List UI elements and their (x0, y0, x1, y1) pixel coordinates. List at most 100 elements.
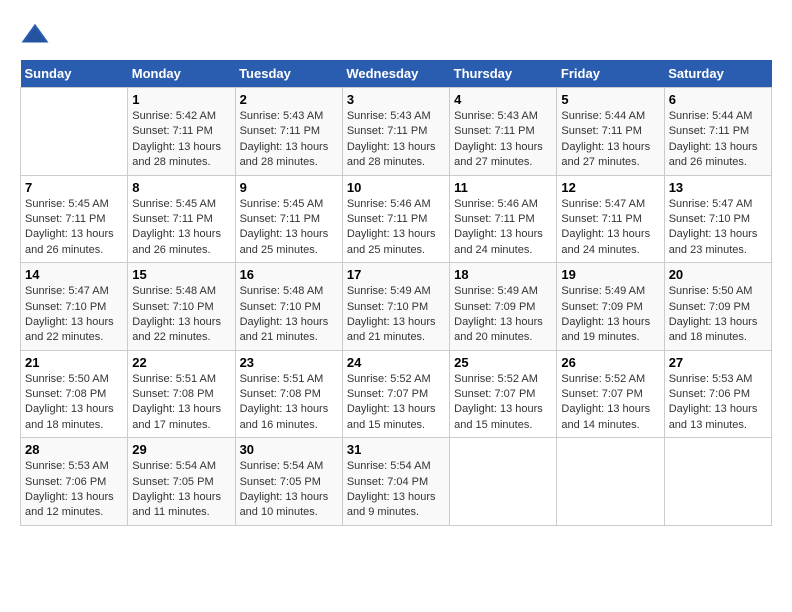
sunrise-info: Sunrise: 5:47 AM (669, 198, 753, 210)
sunset-info: Sunset: 7:11 PM (561, 213, 642, 225)
daylight-info: Daylight: 13 hours and 25 minutes. (347, 228, 436, 255)
day-number: 5 (561, 92, 659, 107)
sunrise-info: Sunrise: 5:45 AM (132, 198, 216, 210)
weekday-header: Monday (128, 60, 235, 88)
sunset-info: Sunset: 7:11 PM (347, 125, 428, 137)
sunrise-info: Sunrise: 5:49 AM (454, 285, 538, 297)
day-number: 14 (25, 267, 123, 282)
day-number: 7 (25, 180, 123, 195)
sunset-info: Sunset: 7:06 PM (669, 388, 750, 400)
sunrise-info: Sunrise: 5:53 AM (25, 460, 109, 472)
daylight-info: Daylight: 13 hours and 28 minutes. (347, 141, 436, 168)
calendar-cell: 14 Sunrise: 5:47 AM Sunset: 7:10 PM Dayl… (21, 263, 128, 351)
daylight-info: Daylight: 13 hours and 22 minutes. (25, 316, 114, 343)
daylight-info: Daylight: 13 hours and 26 minutes. (132, 228, 221, 255)
sunset-info: Sunset: 7:09 PM (561, 301, 642, 313)
calendar-cell: 22 Sunrise: 5:51 AM Sunset: 7:08 PM Dayl… (128, 350, 235, 438)
day-number: 31 (347, 442, 445, 457)
sunrise-info: Sunrise: 5:47 AM (25, 285, 109, 297)
sunrise-info: Sunrise: 5:53 AM (669, 373, 753, 385)
day-number: 15 (132, 267, 230, 282)
day-number: 19 (561, 267, 659, 282)
daylight-info: Daylight: 13 hours and 26 minutes. (25, 228, 114, 255)
sunrise-info: Sunrise: 5:54 AM (132, 460, 216, 472)
daylight-info: Daylight: 13 hours and 28 minutes. (240, 141, 329, 168)
calendar-cell: 5 Sunrise: 5:44 AM Sunset: 7:11 PM Dayli… (557, 88, 664, 176)
weekday-header: Saturday (664, 60, 771, 88)
day-number: 2 (240, 92, 338, 107)
calendar-cell (664, 438, 771, 526)
day-number: 8 (132, 180, 230, 195)
sunset-info: Sunset: 7:11 PM (132, 213, 213, 225)
calendar-cell: 21 Sunrise: 5:50 AM Sunset: 7:08 PM Dayl… (21, 350, 128, 438)
sunrise-info: Sunrise: 5:43 AM (240, 110, 324, 122)
calendar-cell (557, 438, 664, 526)
sunrise-info: Sunrise: 5:45 AM (25, 198, 109, 210)
calendar-cell: 4 Sunrise: 5:43 AM Sunset: 7:11 PM Dayli… (450, 88, 557, 176)
calendar-cell: 27 Sunrise: 5:53 AM Sunset: 7:06 PM Dayl… (664, 350, 771, 438)
sunset-info: Sunset: 7:09 PM (669, 301, 750, 313)
sunset-info: Sunset: 7:11 PM (25, 213, 106, 225)
calendar-week-row: 28 Sunrise: 5:53 AM Sunset: 7:06 PM Dayl… (21, 438, 772, 526)
day-number: 11 (454, 180, 552, 195)
page-header (20, 20, 772, 50)
sunset-info: Sunset: 7:10 PM (347, 301, 428, 313)
sunrise-info: Sunrise: 5:44 AM (669, 110, 753, 122)
sunrise-info: Sunrise: 5:46 AM (454, 198, 538, 210)
sunset-info: Sunset: 7:09 PM (454, 301, 535, 313)
sunset-info: Sunset: 7:11 PM (561, 125, 642, 137)
weekday-header: Wednesday (342, 60, 449, 88)
day-number: 18 (454, 267, 552, 282)
calendar-cell: 30 Sunrise: 5:54 AM Sunset: 7:05 PM Dayl… (235, 438, 342, 526)
calendar-cell: 29 Sunrise: 5:54 AM Sunset: 7:05 PM Dayl… (128, 438, 235, 526)
sunrise-info: Sunrise: 5:51 AM (240, 373, 324, 385)
sunrise-info: Sunrise: 5:49 AM (347, 285, 431, 297)
sunrise-info: Sunrise: 5:45 AM (240, 198, 324, 210)
calendar-cell: 2 Sunrise: 5:43 AM Sunset: 7:11 PM Dayli… (235, 88, 342, 176)
calendar-cell: 20 Sunrise: 5:50 AM Sunset: 7:09 PM Dayl… (664, 263, 771, 351)
day-number: 27 (669, 355, 767, 370)
day-number: 28 (25, 442, 123, 457)
day-number: 24 (347, 355, 445, 370)
daylight-info: Daylight: 13 hours and 28 minutes. (132, 141, 221, 168)
day-number: 29 (132, 442, 230, 457)
day-number: 22 (132, 355, 230, 370)
calendar-cell: 8 Sunrise: 5:45 AM Sunset: 7:11 PM Dayli… (128, 175, 235, 263)
sunset-info: Sunset: 7:11 PM (669, 125, 750, 137)
day-number: 16 (240, 267, 338, 282)
sunrise-info: Sunrise: 5:54 AM (240, 460, 324, 472)
day-number: 20 (669, 267, 767, 282)
sunset-info: Sunset: 7:10 PM (669, 213, 750, 225)
calendar-week-row: 21 Sunrise: 5:50 AM Sunset: 7:08 PM Dayl… (21, 350, 772, 438)
daylight-info: Daylight: 13 hours and 20 minutes. (454, 316, 543, 343)
calendar-week-row: 1 Sunrise: 5:42 AM Sunset: 7:11 PM Dayli… (21, 88, 772, 176)
calendar-cell: 24 Sunrise: 5:52 AM Sunset: 7:07 PM Dayl… (342, 350, 449, 438)
day-number: 17 (347, 267, 445, 282)
calendar-cell: 12 Sunrise: 5:47 AM Sunset: 7:11 PM Dayl… (557, 175, 664, 263)
daylight-info: Daylight: 13 hours and 19 minutes. (561, 316, 650, 343)
daylight-info: Daylight: 13 hours and 26 minutes. (669, 141, 758, 168)
daylight-info: Daylight: 13 hours and 17 minutes. (132, 403, 221, 430)
day-number: 6 (669, 92, 767, 107)
sunset-info: Sunset: 7:05 PM (240, 476, 321, 488)
daylight-info: Daylight: 13 hours and 13 minutes. (669, 403, 758, 430)
sunrise-info: Sunrise: 5:50 AM (25, 373, 109, 385)
daylight-info: Daylight: 13 hours and 24 minutes. (454, 228, 543, 255)
daylight-info: Daylight: 13 hours and 23 minutes. (669, 228, 758, 255)
sunset-info: Sunset: 7:11 PM (454, 213, 535, 225)
weekday-header: Friday (557, 60, 664, 88)
calendar-cell: 6 Sunrise: 5:44 AM Sunset: 7:11 PM Dayli… (664, 88, 771, 176)
day-number: 3 (347, 92, 445, 107)
calendar-cell: 17 Sunrise: 5:49 AM Sunset: 7:10 PM Dayl… (342, 263, 449, 351)
weekday-header: Tuesday (235, 60, 342, 88)
calendar-week-row: 7 Sunrise: 5:45 AM Sunset: 7:11 PM Dayli… (21, 175, 772, 263)
calendar-cell: 10 Sunrise: 5:46 AM Sunset: 7:11 PM Dayl… (342, 175, 449, 263)
sunset-info: Sunset: 7:04 PM (347, 476, 428, 488)
weekday-header: Sunday (21, 60, 128, 88)
sunrise-info: Sunrise: 5:43 AM (454, 110, 538, 122)
sunset-info: Sunset: 7:08 PM (25, 388, 106, 400)
day-number: 12 (561, 180, 659, 195)
weekday-header: Thursday (450, 60, 557, 88)
daylight-info: Daylight: 13 hours and 10 minutes. (240, 491, 329, 518)
calendar-table: SundayMondayTuesdayWednesdayThursdayFrid… (20, 60, 772, 526)
